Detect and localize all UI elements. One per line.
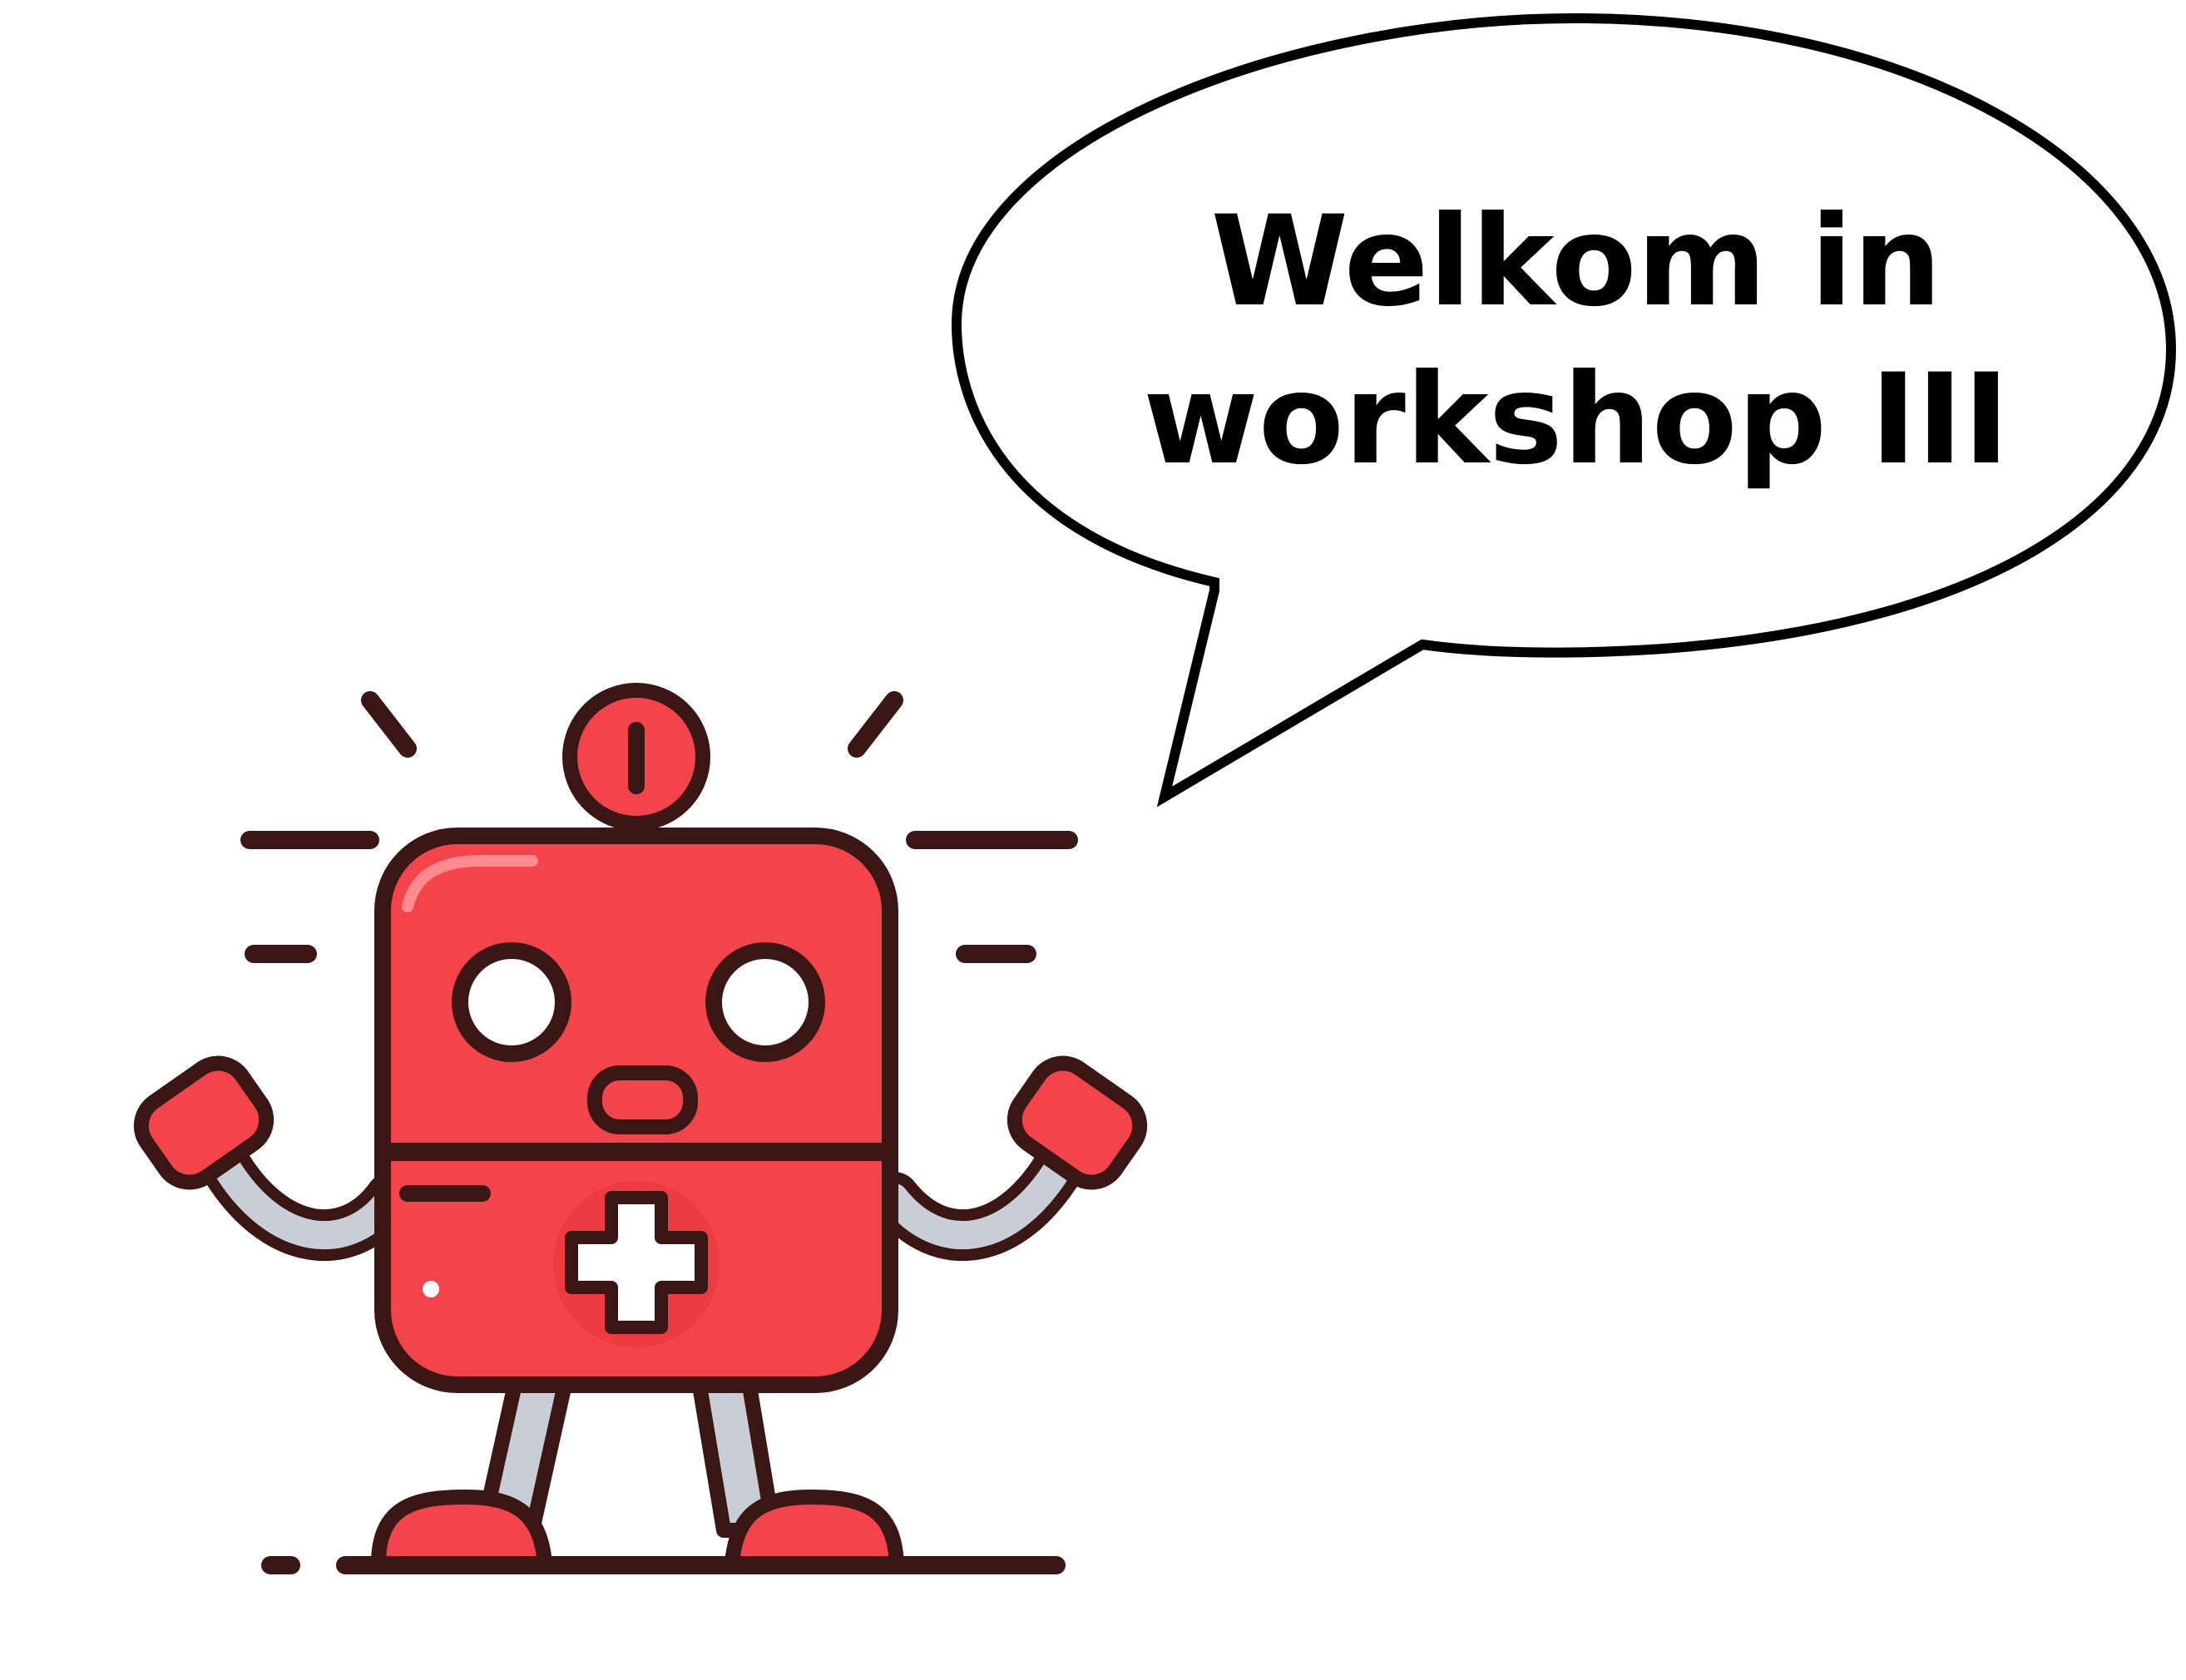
speech-bubble-text: Welkom in workshop III	[982, 183, 2171, 499]
robot-antenna	[562, 683, 710, 831]
robot-feet	[371, 1490, 904, 1571]
motion-line	[848, 691, 903, 758]
speech-line-1: Welkom in	[1210, 190, 1942, 334]
first-aid-robot-mascot	[133, 683, 1148, 1571]
plus-cross-icon	[553, 1181, 720, 1347]
robot-mouth	[587, 1065, 698, 1134]
speech-line-2: workshop III	[1143, 348, 2010, 492]
motion-line	[361, 691, 417, 758]
